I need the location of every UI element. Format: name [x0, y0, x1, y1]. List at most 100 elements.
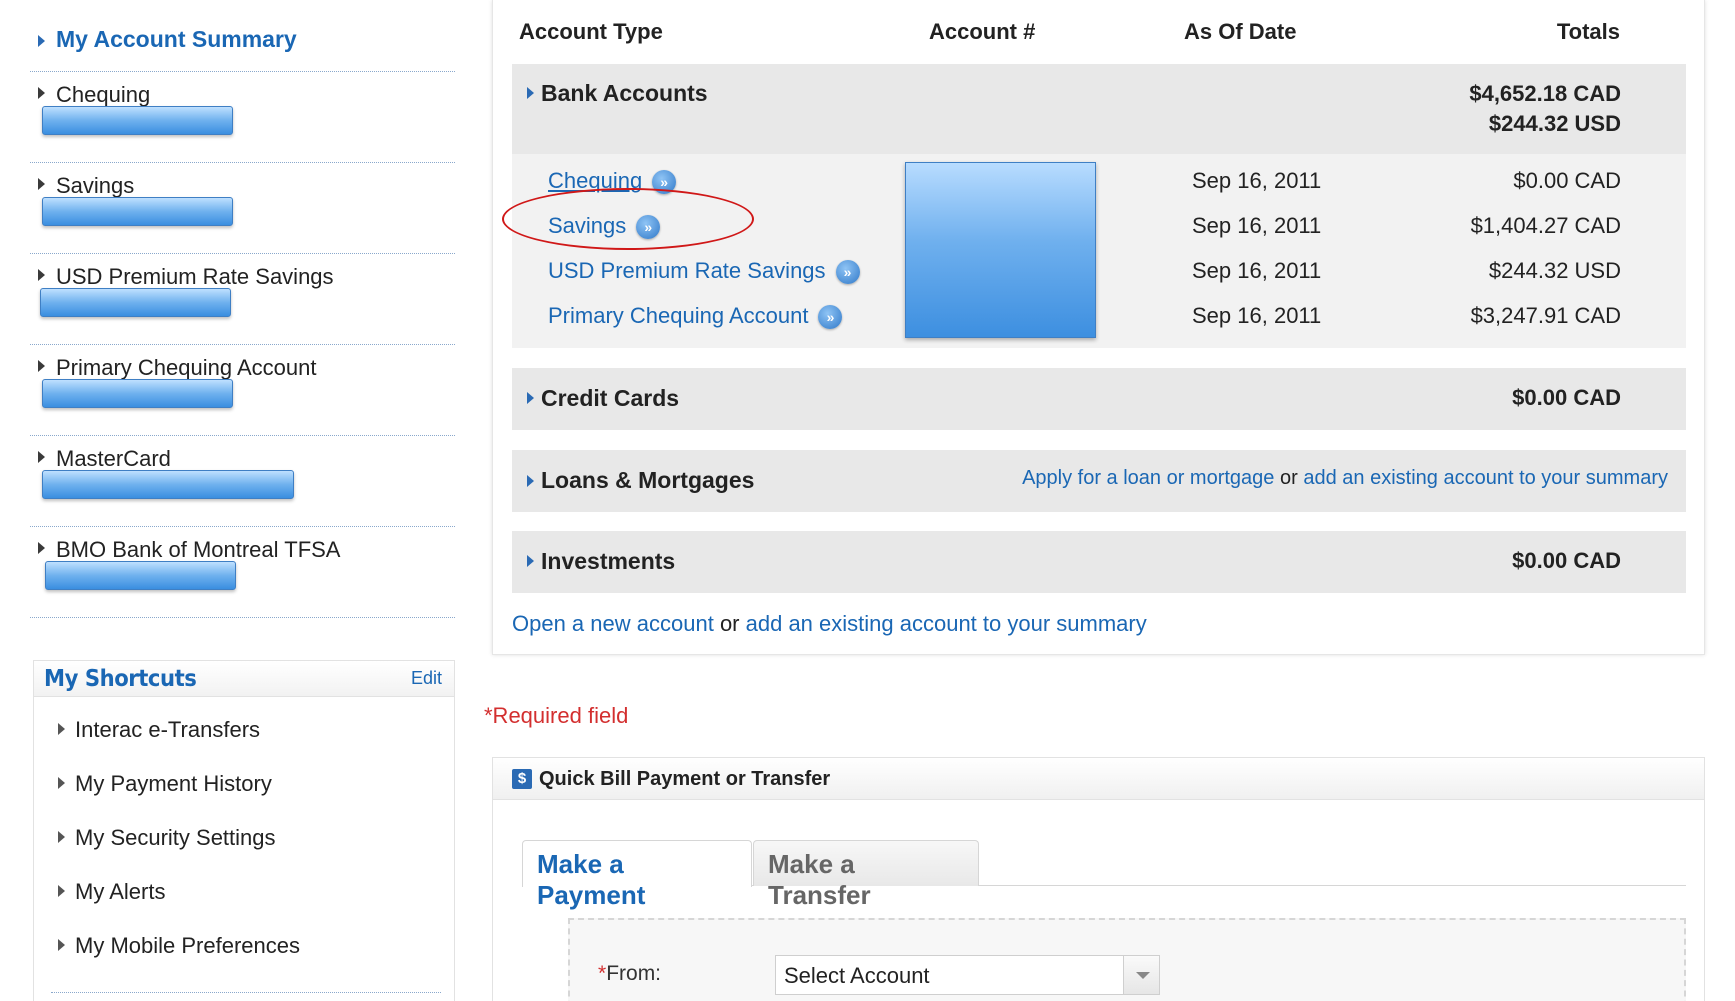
triangle-right-icon	[527, 475, 534, 487]
quick-bill-header: $ Quick Bill Payment or Transfer	[493, 758, 1704, 800]
account-summary-header[interactable]: My Account Summary	[30, 10, 455, 72]
apply-loan-link[interactable]: Apply for a loan or mortgage	[1022, 467, 1274, 489]
loans-links: Apply for a loan or mortgage or add an e…	[1022, 467, 1668, 490]
triangle-right-icon	[527, 87, 534, 99]
section-bank-accounts[interactable]: Bank Accounts $4,652.18 CAD $244.32 USD	[512, 64, 1686, 154]
sidebar-item-usd-premium-rate-savings[interactable]: USD Premium Rate Savings	[30, 254, 455, 345]
table-row: Primary Chequing Account » Sep 16, 2011 $…	[512, 295, 1686, 339]
section-total: $0.00 CAD	[1512, 548, 1621, 573]
bank-account-rows: Chequing» Sep 16, 2011 $0.00 CAD Savings…	[502, 154, 1686, 348]
shortcut-label[interactable]: My Payment History	[75, 771, 272, 796]
open-new-account-link[interactable]: Open a new account	[512, 611, 714, 636]
account-amount: $1,404.27 CAD	[1470, 213, 1621, 238]
triangle-right-icon	[527, 392, 534, 404]
sidebar-item-label[interactable]: MasterCard	[56, 446, 171, 472]
or-text: or	[719, 611, 740, 636]
highlight-circle	[502, 188, 754, 250]
bank-total-usd: $244.32 USD	[1488, 111, 1621, 136]
from-account-select[interactable]: Select Account	[775, 955, 1160, 995]
shortcut-label[interactable]: My Security Settings	[75, 825, 276, 850]
arrow-go-icon[interactable]: »	[835, 260, 860, 284]
triangle-right-icon	[58, 939, 65, 951]
tab-make-transfer[interactable]: Make a Transfer	[753, 840, 979, 910]
section-credit-cards[interactable]: Credit Cards $0.00 CAD	[512, 368, 1686, 430]
section-investments[interactable]: Investments $0.00 CAD	[512, 531, 1686, 593]
shortcut-interac-e-transfers[interactable]: Interac e-Transfers	[58, 717, 260, 743]
from-label: *From:	[598, 962, 661, 986]
sidebar-item-label[interactable]: USD Premium Rate Savings	[56, 264, 334, 290]
section-title[interactable]: Investments	[541, 548, 675, 575]
summary-footer-links: Open a new account or add an existing ac…	[512, 611, 1147, 637]
add-existing-account-link[interactable]: add an existing account to your summary	[1303, 467, 1668, 489]
arrow-go-icon[interactable]: »	[818, 305, 843, 329]
account-link-label[interactable]: Primary Chequing Account	[548, 303, 808, 328]
section-title[interactable]: Credit Cards	[541, 385, 679, 412]
quick-bill-payment-panel: $ Quick Bill Payment or Transfer Make a …	[492, 757, 1705, 1001]
account-amount: $244.32 USD	[1488, 258, 1621, 283]
as-of-date: Sep 16, 2011	[1192, 168, 1322, 193]
section-title[interactable]: Loans & Mortgages	[541, 467, 754, 494]
redacted-account-number	[42, 197, 233, 226]
as-of-date: Sep 16, 2011	[1192, 303, 1322, 328]
payment-form: *From: Select Account	[568, 918, 1686, 1001]
triangle-right-icon	[58, 723, 65, 735]
section-total: $0.00 CAD	[1512, 385, 1621, 410]
redacted-account-number	[42, 106, 233, 135]
shortcut-label[interactable]: Interac e-Transfers	[75, 717, 260, 742]
account-summary-link[interactable]: My Account Summary	[56, 26, 297, 53]
account-link-usd-premium[interactable]: USD Premium Rate Savings »	[548, 258, 860, 284]
shortcut-security-settings[interactable]: My Security Settings	[58, 825, 276, 851]
sidebar: My Account Summary Chequing Savings USD …	[0, 0, 470, 1001]
tab-make-payment[interactable]: Make a Payment	[522, 840, 752, 910]
section-title[interactable]: Bank Accounts	[541, 80, 708, 107]
sidebar-item-label[interactable]: BMO Bank of Montreal TFSA	[56, 537, 340, 563]
section-loans-mortgages[interactable]: Loans & Mortgages Apply for a loan or mo…	[512, 450, 1686, 512]
sidebar-item-chequing[interactable]: Chequing	[30, 72, 455, 163]
redacted-account-number	[45, 561, 236, 590]
triangle-right-icon	[38, 542, 45, 554]
shortcut-payment-history[interactable]: My Payment History	[58, 771, 272, 797]
sidebar-item-primary-chequing[interactable]: Primary Chequing Account	[30, 345, 455, 436]
sidebar-item-savings[interactable]: Savings	[30, 163, 455, 254]
shortcuts-title: My Shortcuts	[44, 666, 197, 692]
triangle-right-icon	[38, 451, 45, 463]
triangle-right-icon	[38, 269, 45, 281]
sidebar-item-mastercard[interactable]: MasterCard	[30, 436, 455, 527]
shortcuts-edit-link[interactable]: Edit	[411, 668, 442, 689]
selected-value: Select Account	[784, 963, 930, 988]
sidebar-item-tfsa[interactable]: BMO Bank of Montreal TFSA	[30, 527, 455, 618]
triangle-right-icon	[38, 87, 45, 99]
triangle-right-icon	[58, 777, 65, 789]
account-link-label[interactable]: USD Premium Rate Savings	[548, 258, 826, 283]
shortcut-mobile-preferences[interactable]: My Mobile Preferences	[58, 933, 300, 959]
triangle-right-icon	[527, 555, 534, 567]
account-amount: $3,247.91 CAD	[1470, 303, 1621, 328]
redacted-account-number	[40, 288, 231, 317]
required-star: *	[598, 962, 607, 985]
as-of-date: Sep 16, 2011	[1192, 213, 1322, 238]
column-header-account-type: Account Type	[519, 19, 663, 44]
triangle-right-icon	[38, 360, 45, 372]
shortcuts-header: My Shortcuts Edit	[34, 661, 454, 697]
shortcut-label[interactable]: My Alerts	[75, 879, 165, 904]
sidebar-item-label[interactable]: Primary Chequing Account	[56, 355, 316, 381]
triangle-right-icon	[58, 885, 65, 897]
triangle-right-icon	[38, 35, 45, 47]
shortcuts-panel: My Shortcuts Edit Interac e-Transfers My…	[33, 660, 455, 1001]
add-existing-account-link[interactable]: add an existing account to your summary	[746, 611, 1147, 636]
or-text: or	[1280, 467, 1298, 489]
redacted-account-number	[42, 379, 233, 408]
shortcut-label[interactable]: My Mobile Preferences	[75, 933, 300, 958]
quick-bill-title: Quick Bill Payment or Transfer	[539, 768, 831, 790]
table-row: USD Premium Rate Savings » Sep 16, 2011 $…	[512, 250, 1686, 294]
triangle-right-icon	[38, 178, 45, 190]
shortcut-alerts[interactable]: My Alerts	[58, 879, 165, 905]
sidebar-item-label[interactable]: Savings	[56, 173, 134, 199]
account-summary-table: Account Type Account # As Of Date Totals…	[492, 0, 1705, 655]
column-header-as-of-date: As Of Date	[1184, 19, 1297, 44]
bank-total-cad: $4,652.18 CAD	[1469, 81, 1621, 106]
account-link-primary-chequing[interactable]: Primary Chequing Account »	[548, 303, 843, 329]
chevron-down-icon[interactable]	[1123, 956, 1159, 994]
redacted-account-numbers	[905, 162, 1096, 338]
sidebar-item-label[interactable]: Chequing	[56, 82, 150, 108]
